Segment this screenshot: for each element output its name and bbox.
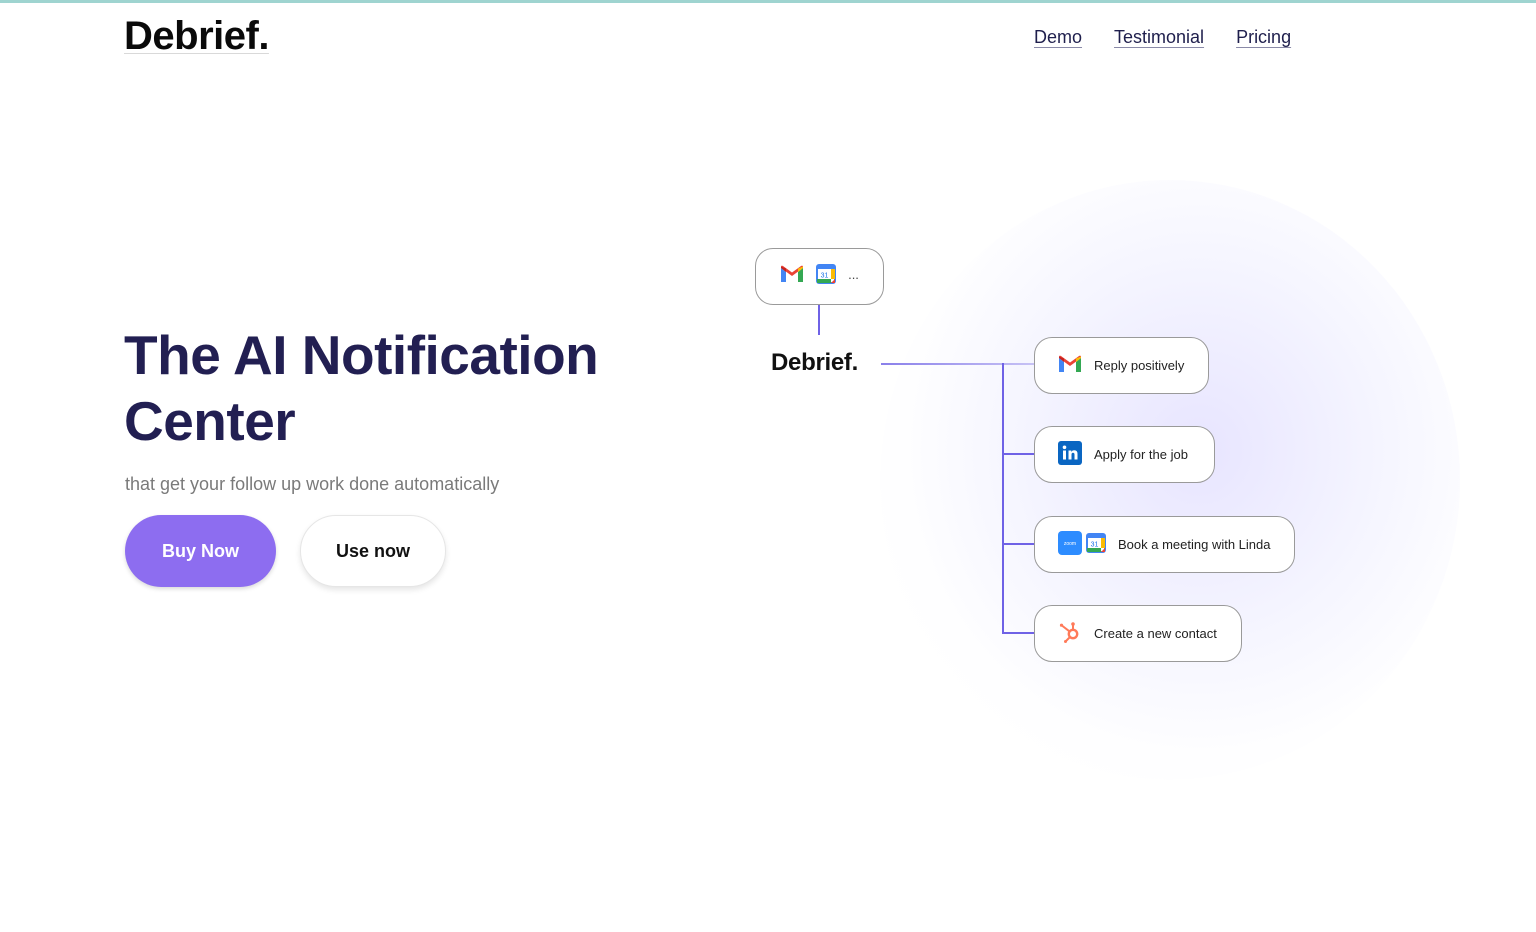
calendar-day-text: 31 [1091,542,1099,549]
action-label: Book a meeting with Linda [1118,537,1271,552]
connector-branch-3 [1002,543,1034,545]
hero-subtitle: that get your follow up work done automa… [125,474,500,494]
nav-demo[interactable]: Demo [1034,27,1082,48]
use-now-button[interactable]: Use now [300,515,446,587]
gmail-icon [1058,355,1082,376]
action-label: Apply for the job [1094,447,1188,462]
diagram-center-logo: Debrief. [771,349,858,376]
nav-pricing[interactable]: Pricing [1236,27,1291,48]
zoom-icon: zoom [1058,531,1082,558]
top-accent-line [0,0,1536,3]
buy-now-button[interactable]: Buy Now [125,515,276,587]
zoom-icon-text: zoom [1064,541,1076,547]
action-label: Reply positively [1094,358,1185,373]
calendar-day-text: 31 [821,273,829,280]
source-apps-box: 31 ... [755,248,884,305]
main-nav: Demo Testimonial Pricing [1034,27,1291,48]
hero-title: The AI Notification Center [124,324,599,452]
action-book-meeting: zoom 31 Book a meeting with Linda [1034,516,1295,573]
site-logo[interactable]: Debrief. [124,14,269,59]
connector-branch-4 [1002,632,1034,634]
connector-vertical-top [818,305,820,335]
more-apps-ellipsis: ... [848,267,859,282]
google-calendar-icon: 31 [1086,533,1106,556]
connector-trunk [1002,363,1004,634]
nav-testimonial[interactable]: Testimonial [1114,27,1204,48]
action-create-contact: Create a new contact [1034,605,1242,662]
gmail-icon [780,265,804,288]
hubspot-icon [1058,620,1082,647]
action-reply-positively: Reply positively [1034,337,1209,394]
connector-horizontal-main [881,363,1034,365]
connector-branch-2 [1002,453,1034,455]
linkedin-icon [1058,441,1082,468]
action-apply-for-job: Apply for the job [1034,426,1215,483]
action-label: Create a new contact [1094,626,1217,641]
meeting-icons: zoom 31 [1058,531,1106,558]
google-calendar-icon: 31 [816,264,837,289]
